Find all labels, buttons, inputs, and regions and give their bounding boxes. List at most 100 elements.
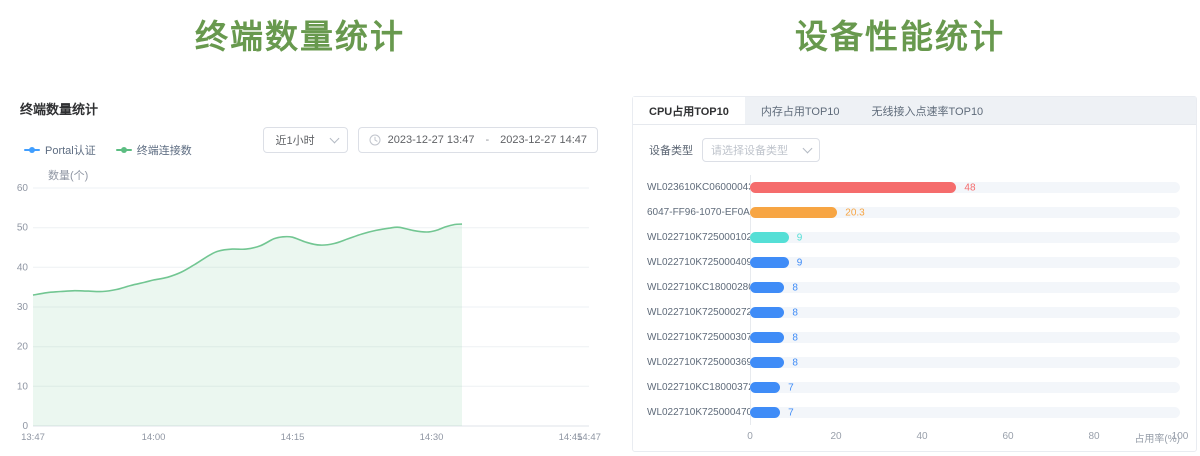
y-tick-label: 20 bbox=[17, 342, 29, 353]
x-tick-label: 14:00 bbox=[142, 432, 166, 443]
y-tick-label: 30 bbox=[17, 302, 29, 313]
y-tick-label: 10 bbox=[17, 381, 29, 392]
bar-row-6: WL022710K7250003078 bbox=[647, 325, 1180, 350]
x-tick-label: 14:47 bbox=[577, 432, 601, 443]
legend-marker-icon bbox=[24, 149, 40, 151]
device-label: WL022710KC18000372 bbox=[647, 382, 750, 393]
bar[interactable] bbox=[750, 307, 784, 318]
chart-controls: 近1小时 2023-12-27 13:47 - 2023-12-27 14:47 bbox=[263, 127, 598, 153]
clock-icon bbox=[369, 134, 381, 146]
bar-track: 8 bbox=[750, 332, 1180, 343]
legend-item-0[interactable]: Portal认证 bbox=[24, 142, 96, 158]
device-label: 6047-FF96-1070-EF0A bbox=[647, 207, 750, 218]
time-range-value: 近1小时 bbox=[275, 132, 314, 148]
y-tick-label: 60 bbox=[17, 183, 29, 194]
cpu-top10-bar-chart: WL023610KC06000043 48 6047-FF96-1070-EF0A 2… bbox=[647, 175, 1180, 425]
device-label: WL022710K725000272 bbox=[647, 307, 750, 318]
device-performance-panel: 设备性能统计 CPU占用TOP10内存占用TOP10无线接入点速率TOP10 设… bbox=[600, 0, 1200, 456]
bar-value: 8 bbox=[792, 282, 798, 293]
chevron-down-icon bbox=[329, 134, 339, 144]
y-tick-label: 0 bbox=[22, 421, 28, 432]
device-type-label: 设备类型 bbox=[649, 142, 693, 158]
date-range-picker[interactable]: 2023-12-27 13:47 - 2023-12-27 14:47 bbox=[358, 127, 598, 153]
device-label: WL022710K725000102 bbox=[647, 232, 750, 243]
bar[interactable] bbox=[750, 282, 784, 293]
tab-cpu-top10[interactable]: CPU占用TOP10 bbox=[633, 97, 745, 124]
left-section-title: 终端数量统计 bbox=[0, 10, 600, 58]
x-tick-label: 60 bbox=[1002, 431, 1013, 442]
tab-memory-top10[interactable]: 内存占用TOP10 bbox=[745, 97, 856, 124]
bar-track: 9 bbox=[750, 232, 1180, 243]
right-section-title: 设备性能统计 bbox=[600, 10, 1200, 58]
x-tick-label: 20 bbox=[830, 431, 841, 442]
date-range-separator: - bbox=[481, 134, 493, 146]
bar-row-4: WL022710KC18000280 8 bbox=[647, 275, 1180, 300]
bar-track: 20.3 bbox=[750, 207, 1180, 218]
terminal-count-area-chart: 010203040506013:4714:0014:1514:3014:4514… bbox=[0, 178, 600, 454]
bar-row-0: WL023610KC06000043 48 bbox=[647, 175, 1180, 200]
bar-value: 20.3 bbox=[845, 207, 864, 218]
x-tick-label: 14:30 bbox=[420, 432, 444, 443]
device-label: WL022710K725000470 bbox=[647, 407, 750, 418]
device-type-filter: 设备类型 请选择设备类型 bbox=[649, 138, 1196, 162]
bar-row-9: WL022710K725000470 7 bbox=[647, 400, 1180, 425]
x-tick-label: 13:47 bbox=[21, 432, 45, 443]
series-area bbox=[33, 224, 462, 426]
legend-item-1[interactable]: 终端连接数 bbox=[116, 142, 192, 158]
y-tick-label: 50 bbox=[17, 223, 29, 234]
y-tick-label: 40 bbox=[17, 262, 29, 273]
chart-legend: Portal认证 终端连接数 bbox=[24, 142, 192, 158]
device-type-select[interactable]: 请选择设备类型 bbox=[702, 138, 820, 162]
x-tick-label: 14:15 bbox=[281, 432, 305, 443]
terminal-count-panel: 终端数量统计 终端数量统计 近1小时 2023-12-27 13:47 - 20… bbox=[0, 0, 600, 456]
device-type-placeholder: 请选择设备类型 bbox=[711, 142, 788, 158]
legend-label: 终端连接数 bbox=[137, 142, 192, 158]
left-panel-header: 终端数量统计 bbox=[20, 99, 98, 118]
bar-track: 7 bbox=[750, 407, 1180, 418]
bar[interactable] bbox=[750, 407, 780, 418]
tab-wireless-ap-rate-top10[interactable]: 无线接入点速率TOP10 bbox=[856, 97, 1000, 124]
bar[interactable] bbox=[750, 182, 956, 193]
bar[interactable] bbox=[750, 207, 837, 218]
device-label: WL022710K725000409 bbox=[647, 257, 750, 268]
bar-value: 8 bbox=[792, 307, 798, 318]
dashboard: 终端数量统计 终端数量统计 近1小时 2023-12-27 13:47 - 20… bbox=[0, 0, 1200, 456]
legend-marker-icon bbox=[116, 149, 132, 151]
bar-track: 9 bbox=[750, 257, 1180, 268]
bar-row-7: WL022710K7250003698 bbox=[647, 350, 1180, 375]
bar-value: 9 bbox=[797, 257, 803, 268]
bar-value: 9 bbox=[797, 232, 803, 243]
bar[interactable] bbox=[750, 232, 789, 243]
bar-value: 7 bbox=[788, 382, 794, 393]
device-label: WL022710K725000369 bbox=[647, 357, 750, 368]
device-label: WL022710K725000307 bbox=[647, 332, 750, 343]
bar[interactable] bbox=[750, 382, 780, 393]
bar-row-5: WL022710K725000272 8 bbox=[647, 300, 1180, 325]
bar-track: 48 bbox=[750, 182, 1180, 193]
bar[interactable] bbox=[750, 357, 784, 368]
bar-value: 7 bbox=[788, 407, 794, 418]
bar-track: 8 bbox=[750, 357, 1180, 368]
time-range-select[interactable]: 近1小时 bbox=[263, 127, 347, 153]
device-label: WL023610KC06000043 bbox=[647, 182, 750, 193]
bar-chart-x-axis: 020406080100 bbox=[750, 431, 1180, 443]
bar[interactable] bbox=[750, 332, 784, 343]
legend-label: Portal认证 bbox=[45, 142, 96, 158]
bar-value: 48 bbox=[964, 182, 975, 193]
bar-row-1: 6047-FF96-1070-EF0A 20.3 bbox=[647, 200, 1180, 225]
x-tick-label: 80 bbox=[1088, 431, 1099, 442]
bar-track: 8 bbox=[750, 307, 1180, 318]
date-range-end: 2023-12-27 14:47 bbox=[500, 134, 587, 146]
legend-dot-icon bbox=[121, 147, 127, 153]
bar-track: 7 bbox=[750, 382, 1180, 393]
x-tick-label: 0 bbox=[747, 431, 753, 442]
bar-track: 8 bbox=[750, 282, 1180, 293]
bar-row-2: WL022710K725000102 9 bbox=[647, 225, 1180, 250]
device-label: WL022710KC18000280 bbox=[647, 282, 750, 293]
bar-row-3: WL022710K725000409 9 bbox=[647, 250, 1180, 275]
chevron-down-icon bbox=[803, 144, 813, 154]
bar[interactable] bbox=[750, 257, 789, 268]
date-range-start: 2023-12-27 13:47 bbox=[388, 134, 475, 146]
x-axis-name: 占用率(%) bbox=[1134, 430, 1180, 445]
performance-tabs: CPU占用TOP10内存占用TOP10无线接入点速率TOP10 bbox=[633, 97, 1196, 125]
